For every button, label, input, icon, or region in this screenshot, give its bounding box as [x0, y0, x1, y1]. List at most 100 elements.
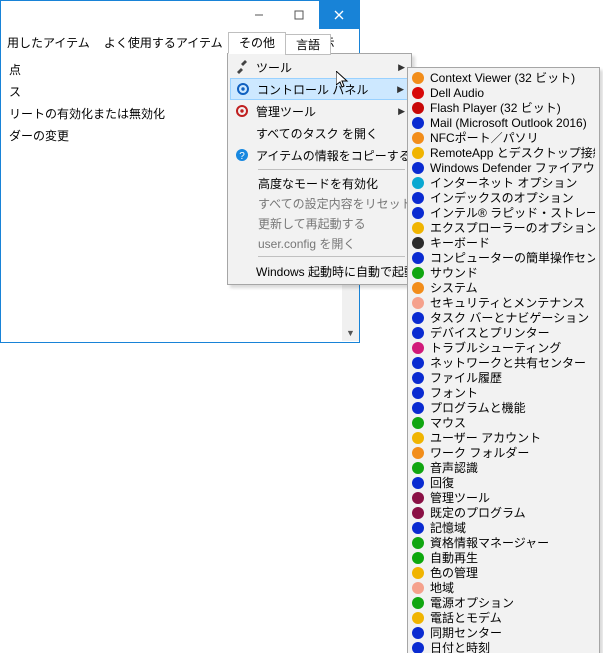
color-dot-icon	[412, 417, 424, 429]
submenu-label: 日付と時刻	[430, 639, 490, 653]
color-dot-icon	[412, 177, 424, 189]
submenu-item[interactable]: 地域	[410, 580, 597, 595]
submenu-item[interactable]: ワーク フォルダー	[410, 445, 597, 460]
submenu-item[interactable]: ファイル履歴	[410, 370, 597, 385]
submenu-item[interactable]: Flash Player (32 ビット)	[410, 100, 597, 115]
menu-item-tools[interactable]: ツール ▶	[230, 56, 409, 78]
submenu-item[interactable]: 回復	[410, 475, 597, 490]
menu-item-admin-tools[interactable]: 管理ツール ▶	[230, 100, 409, 122]
menu-separator	[258, 256, 405, 257]
submenu-label: Flash Player (32 ビット)	[430, 99, 561, 116]
color-dot-icon	[412, 612, 424, 624]
toolbar-item[interactable]: よく使用するアイテム	[104, 34, 223, 51]
color-dot-icon	[412, 537, 424, 549]
color-dot-icon	[412, 432, 424, 444]
chevron-right-icon: ▶	[398, 106, 405, 117]
color-dot-icon	[412, 462, 424, 474]
scroll-down-icon[interactable]: ▼	[342, 324, 359, 341]
color-dot-icon	[412, 642, 424, 653]
submenu-item[interactable]: 音声認識	[410, 460, 597, 475]
color-dot-icon	[412, 102, 424, 114]
submenu-item[interactable]: タスク バーとナビゲーション	[410, 310, 597, 325]
tab-language[interactable]: 言語	[285, 34, 331, 55]
color-dot-icon	[412, 582, 424, 594]
color-dot-icon	[412, 252, 424, 264]
menu-item-copy-info[interactable]: ? アイテムの情報をコピーする	[230, 144, 409, 166]
submenu-item[interactable]: デバイスとプリンター	[410, 325, 597, 340]
color-dot-icon	[412, 282, 424, 294]
color-dot-icon	[412, 237, 424, 249]
menu-separator	[258, 169, 405, 170]
submenu-item[interactable]: インターネット オプション	[410, 175, 597, 190]
color-dot-icon	[412, 477, 424, 489]
color-dot-icon	[412, 597, 424, 609]
color-dot-icon	[412, 627, 424, 639]
menu-item-restart[interactable]: 更新して再起動する	[230, 213, 409, 233]
color-dot-icon	[412, 387, 424, 399]
context-menu: ツール ▶ コントロール パネル ▶ 管理ツール ▶ すべてのタスク を開く ?…	[227, 53, 412, 285]
help-icon: ?	[234, 147, 250, 163]
menu-item-reset-settings[interactable]: すべての設定内容をリセットする	[230, 193, 409, 213]
submenu-item[interactable]: Context Viewer (32 ビット)	[410, 70, 597, 85]
toolbar-item[interactable]: 用したアイテム	[7, 34, 90, 51]
color-dot-icon	[412, 117, 424, 129]
chevron-right-icon: ▶	[397, 84, 404, 95]
color-dot-icon	[412, 132, 424, 144]
submenu-item[interactable]: フォント	[410, 385, 597, 400]
submenu-label: Context Viewer (32 ビット)	[430, 69, 575, 86]
menu-item-open-userconfig[interactable]: user.config を開く	[230, 233, 409, 253]
color-dot-icon	[412, 447, 424, 459]
submenu-item[interactable]: プログラムと機能	[410, 400, 597, 415]
submenu-item[interactable]: Dell Audio	[410, 85, 597, 100]
submenu-item[interactable]: 資格情報マネージャー	[410, 535, 597, 550]
submenu-item[interactable]: 既定のプログラム	[410, 505, 597, 520]
submenu-item[interactable]: インデックスのオプション	[410, 190, 597, 205]
minimize-button[interactable]	[239, 1, 279, 29]
submenu-item[interactable]: RemoteApp とデスクトップ接続	[410, 145, 597, 160]
menu-label: 管理ツール	[256, 103, 392, 120]
submenu-item[interactable]: 電話とモデム	[410, 610, 597, 625]
menu-item-run-at-startup[interactable]: Windows 起動時に自動で起動する	[230, 260, 409, 282]
blank-icon	[234, 125, 250, 141]
submenu-item[interactable]: 記憶域	[410, 520, 597, 535]
submenu-item[interactable]: サウンド	[410, 265, 597, 280]
submenu-item[interactable]: 色の管理	[410, 565, 597, 580]
maximize-button[interactable]	[279, 1, 319, 29]
menu-label: ツール	[256, 59, 392, 76]
submenu-item[interactable]: 同期センター	[410, 625, 597, 640]
submenu-item[interactable]: 電源オプション	[410, 595, 597, 610]
submenu-item[interactable]: セキュリティとメンテナンス	[410, 295, 597, 310]
submenu-item[interactable]: インテル® ラピッド・ストレージ・テクノロジー	[410, 205, 597, 220]
color-dot-icon	[412, 147, 424, 159]
submenu-item[interactable]: システム	[410, 280, 597, 295]
submenu-item[interactable]: ネットワークと共有センター	[410, 355, 597, 370]
submenu-item[interactable]: Mail (Microsoft Outlook 2016)	[410, 115, 597, 130]
submenu-item[interactable]: NFCポート／パソリ	[410, 130, 597, 145]
svg-text:?: ?	[239, 151, 245, 162]
submenu-item[interactable]: 自動再生	[410, 550, 597, 565]
menu-item-open-all-tasks[interactable]: すべてのタスク を開く	[230, 122, 409, 144]
submenu-item[interactable]: Windows Defender ファイアウォール	[410, 160, 597, 175]
submenu-item[interactable]: ユーザー アカウント	[410, 430, 597, 445]
menu-item-control-panel[interactable]: コントロール パネル ▶	[230, 78, 409, 100]
menu-label: すべてのタスク を開く	[256, 125, 405, 142]
submenu-item[interactable]: 管理ツール	[410, 490, 597, 505]
titlebar	[1, 1, 359, 29]
color-dot-icon	[412, 72, 424, 84]
submenu-item[interactable]: コンピューターの簡単操作センター	[410, 250, 597, 265]
menu-label: アイテムの情報をコピーする	[256, 147, 411, 164]
gear-icon	[235, 81, 251, 97]
gear-icon	[234, 103, 250, 119]
submenu-label: Mail (Microsoft Outlook 2016)	[430, 116, 587, 130]
menu-item-advanced-mode[interactable]: 高度なモードを有効化	[230, 173, 409, 193]
submenu-item[interactable]: マウス	[410, 415, 597, 430]
close-button[interactable]	[319, 1, 359, 29]
color-dot-icon	[412, 522, 424, 534]
submenu-item[interactable]: エクスプローラーのオプション	[410, 220, 597, 235]
submenu-item[interactable]: キーボード	[410, 235, 597, 250]
chevron-right-icon: ▶	[398, 62, 405, 73]
control-panel-submenu: Context Viewer (32 ビット)Dell AudioFlash P…	[407, 67, 600, 653]
submenu-item[interactable]: トラブルシューティング	[410, 340, 597, 355]
submenu-item[interactable]: 日付と時刻	[410, 640, 597, 653]
tab-other[interactable]: その他	[228, 32, 286, 54]
